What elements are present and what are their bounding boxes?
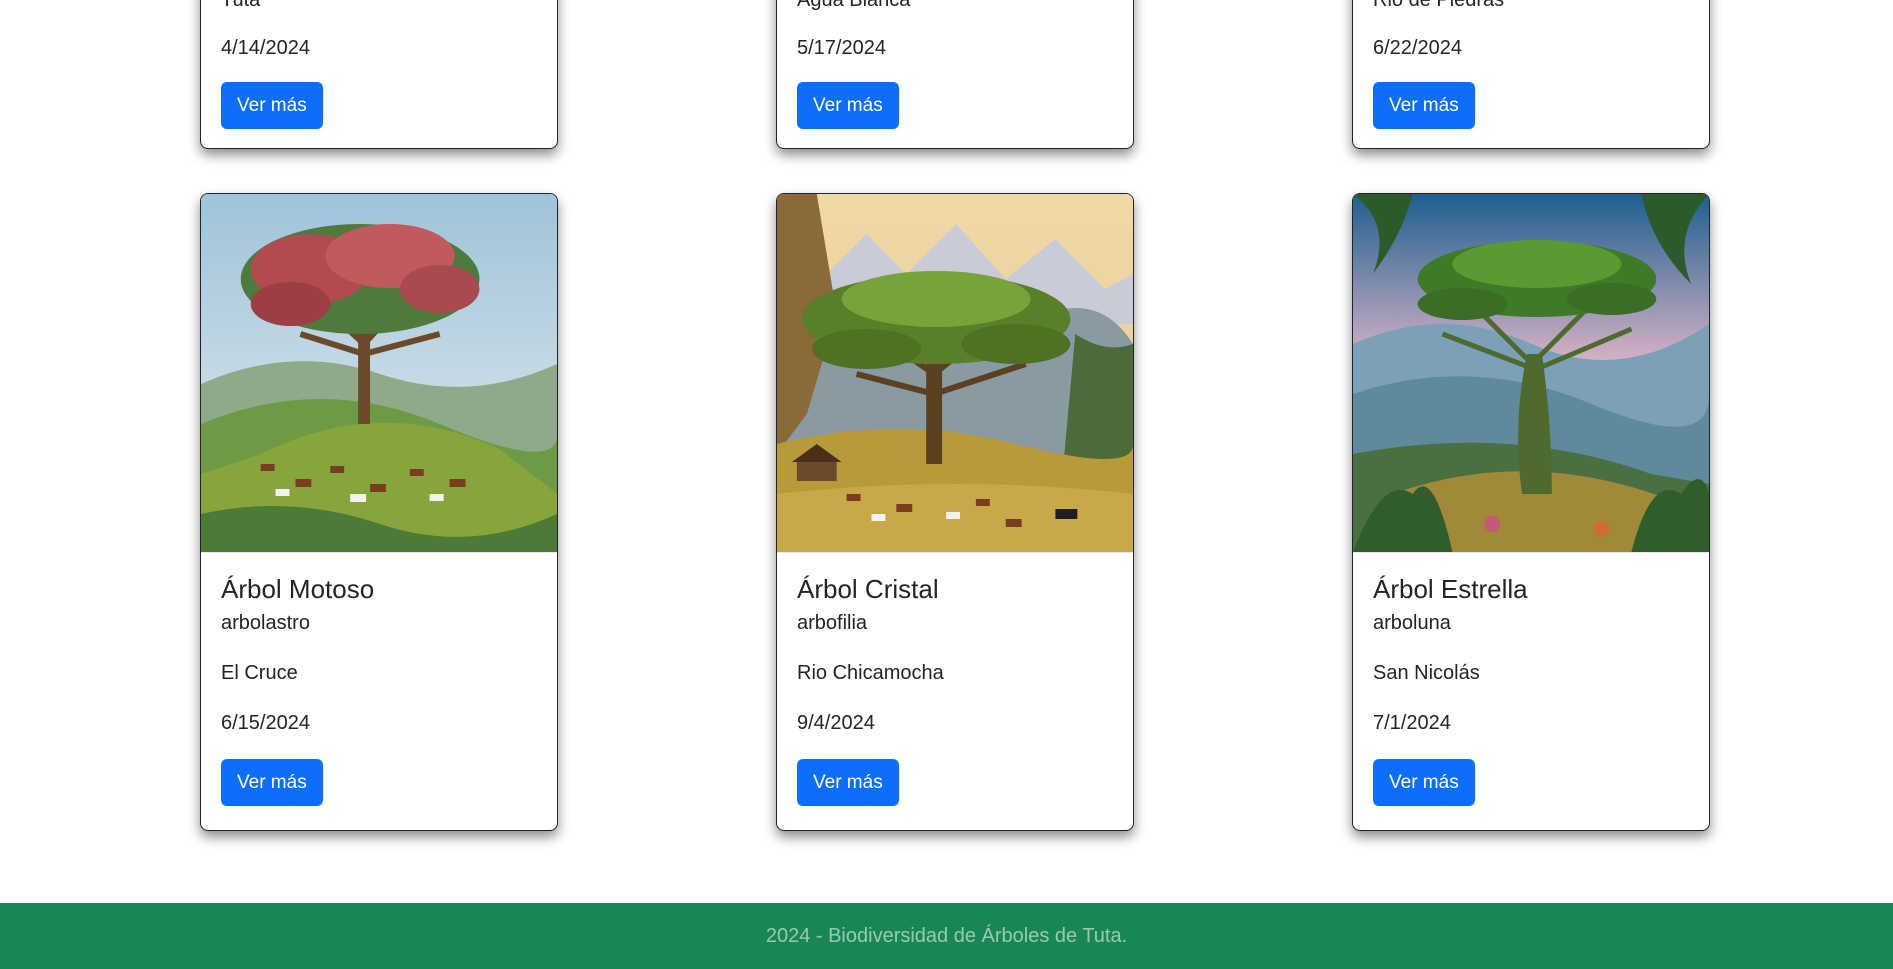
card-date: 7/1/2024 [1373,712,1451,734]
card-location: Rio Chicamocha [797,662,944,684]
card-location: Rio de Piedras [1373,0,1505,11]
tree-image [1353,194,1709,553]
card-date: 4/14/2024 [221,37,310,59]
footer-text: 2024 - Biodiversidad de Árboles de Tuta. [765,925,1128,947]
card-location: Agua Blanca [797,0,911,11]
card-species: arbolastro [221,612,310,634]
tree-card: Agua Blanca 5/17/2024 Ver más [776,0,1134,149]
card-title: Árbol Cristal [797,574,939,604]
tree-card: Árbol Cristal arbofilia Rio Chicamocha 9… [776,193,1134,831]
card-body: Árbol Motoso arbolastro El Cruce 6/15/20… [201,553,557,826]
card-title: Árbol Estrella [1373,574,1528,604]
tree-image [777,194,1133,553]
tree-image [201,194,557,553]
card-body: Árbol Cristal arbofilia Rio Chicamocha 9… [777,553,1133,826]
tree-card: Tuta 4/14/2024 Ver más [200,0,558,149]
card-date: 9/4/2024 [797,712,875,734]
view-more-button[interactable]: Ver más [797,759,899,806]
card-date: 5/17/2024 [797,37,886,59]
card-body: Árbol Estrella arboluna San Nicolás 7/1/… [1353,553,1709,826]
view-more-button[interactable]: Ver más [221,82,323,129]
card-species: arboluna [1373,612,1451,634]
view-more-button[interactable]: Ver más [1373,759,1475,806]
card-location: El Cruce [221,662,298,684]
view-more-button[interactable]: Ver más [221,759,323,806]
tree-card: Rio de Piedras 6/22/2024 Ver más [1352,0,1710,149]
tree-card: Árbol Motoso arbolastro El Cruce 6/15/20… [200,193,558,831]
card-title: Árbol Motoso [221,574,375,604]
card-location: Tuta [221,0,261,11]
page: Tuta 4/14/2024 Ver más Agua Blanca 5/17/… [0,0,1893,969]
view-more-button[interactable]: Ver más [1373,82,1475,129]
tree-card: Árbol Estrella arboluna San Nicolás 7/1/… [1352,193,1710,831]
card-date: 6/15/2024 [221,712,310,734]
card-species: arbofilia [797,612,868,634]
card-date: 6/22/2024 [1373,37,1462,59]
card-location: San Nicolás [1373,662,1480,684]
view-more-button[interactable]: Ver más [797,82,899,129]
footer: 2024 - Biodiversidad de Árboles de Tuta. [0,903,1893,969]
